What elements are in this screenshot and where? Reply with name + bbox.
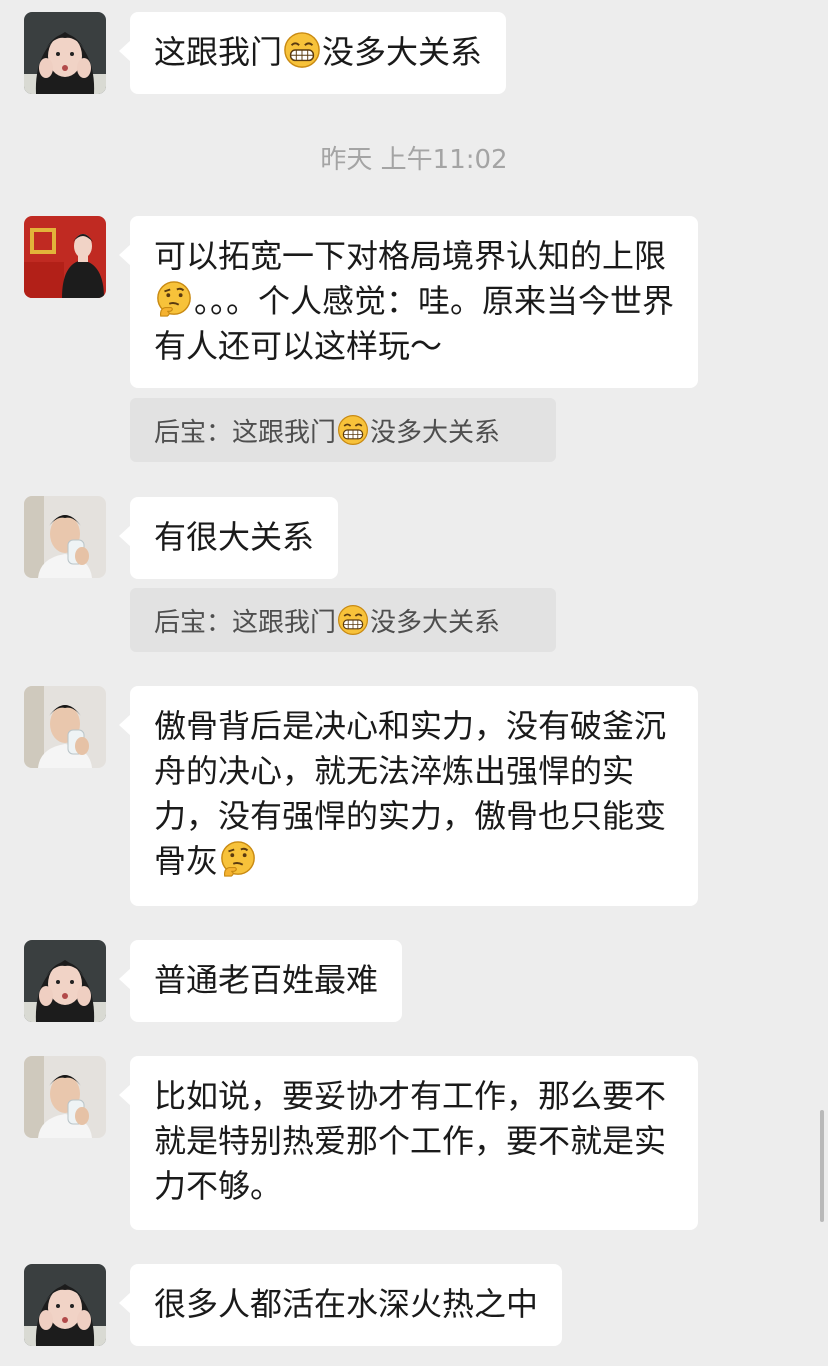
- message-bubble[interactable]: 可以拓宽一下对格局境界认知的上限。。。个人感觉：哇。原来当今世界有人还可以这样玩…: [119, 216, 698, 388]
- avatar[interactable]: [24, 940, 106, 1022]
- message-bubble[interactable]: 有很大关系: [118, 497, 339, 579]
- message-text: 很多人都活在水深火热之中: [154, 1285, 539, 1323]
- timestamp: 昨天 上午11:02: [320, 145, 508, 175]
- sender-avatar-man: [24, 686, 106, 768]
- quote-text: 没多大关系: [370, 608, 501, 638]
- avatar[interactable]: [24, 1264, 106, 1346]
- scrollbar[interactable]: [820, 1110, 824, 1222]
- quote-text: 后宝：这跟我门: [154, 418, 337, 448]
- message-text: 比如说，要妥协才有工作，那么要不就是特别热爱那个工作，要不就是实力不够。: [154, 1077, 667, 1205]
- avatar[interactable]: [24, 216, 106, 298]
- sender-avatar-red-background: [24, 216, 106, 298]
- quote-text: 没多大关系: [370, 418, 501, 448]
- message-text: 普通老百姓最难: [154, 961, 379, 999]
- message-text: 这跟我门: [154, 33, 283, 71]
- sender-avatar-man: [24, 496, 106, 578]
- message-bubble[interactable]: 傲骨背后是决心和实力，没有破釜沉舟的决心，就无法淬炼出强悍的实力，没有强悍的实力…: [119, 686, 698, 906]
- message-text: 可以拓宽一下对格局境界认知的上限: [154, 237, 667, 275]
- message-text: 。。。个人感觉：哇。原来当今世界有人还可以这样玩～: [154, 282, 675, 365]
- message-text: 有很大关系: [154, 518, 315, 556]
- sender-avatar-woman: [24, 12, 106, 94]
- thinking-emoji-icon: [155, 280, 193, 318]
- thinking-emoji-icon: [219, 840, 257, 878]
- message-bubble[interactable]: 普通老百姓最难: [118, 940, 403, 1022]
- avatar[interactable]: [24, 1056, 106, 1138]
- quoted-reply[interactable]: 后宝：这跟我门 没多大关系: [130, 588, 556, 652]
- grin-emoji-icon: [337, 414, 369, 446]
- message-text: 没多大关系: [322, 33, 483, 71]
- message-bubble[interactable]: 很多人都活在水深火热之中: [118, 1264, 563, 1346]
- message-bubble[interactable]: 这跟我门 没多大关系: [118, 12, 507, 94]
- avatar[interactable]: [24, 686, 106, 768]
- avatar[interactable]: [24, 496, 106, 578]
- sender-avatar-man: [24, 1056, 106, 1138]
- grin-emoji-icon: [283, 31, 321, 69]
- avatar[interactable]: [24, 12, 106, 94]
- grin-emoji-icon: [337, 604, 369, 636]
- quoted-reply[interactable]: 后宝：这跟我门 没多大关系: [130, 398, 556, 462]
- sender-avatar-woman: [24, 1264, 106, 1346]
- message-bubble[interactable]: 比如说，要妥协才有工作，那么要不就是特别热爱那个工作，要不就是实力不够。: [119, 1056, 698, 1230]
- sender-avatar-woman: [24, 940, 106, 1022]
- quote-text: 后宝：这跟我门: [154, 608, 337, 638]
